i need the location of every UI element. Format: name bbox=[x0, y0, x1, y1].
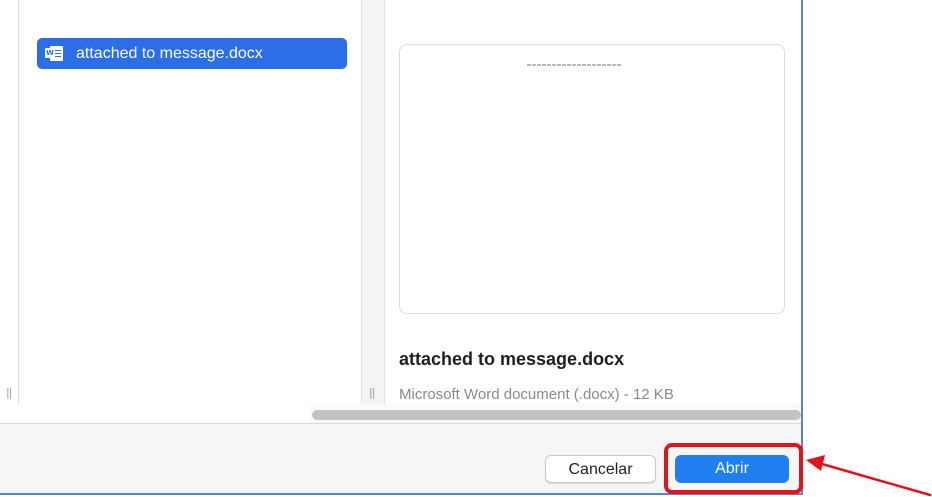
cancel-button[interactable]: Cancelar bbox=[545, 455, 656, 483]
column-resize-handle[interactable]: || bbox=[6, 386, 13, 399]
preview-file-info: Microsoft Word document (.docx) - 12 KB bbox=[399, 386, 674, 403]
column-divider: || bbox=[362, 0, 385, 404]
word-document-icon: W bbox=[45, 45, 64, 62]
document-preview-thumbnail bbox=[399, 44, 785, 314]
annotation-highlight-box bbox=[664, 443, 803, 494]
parent-column: || bbox=[0, 0, 19, 404]
preview-text-line bbox=[527, 64, 622, 66]
open-file-dialog: || W attached to message.docx || attache… bbox=[0, 0, 803, 495]
annotation-arrow-icon bbox=[806, 455, 932, 497]
horizontal-scrollbar[interactable] bbox=[310, 404, 801, 423]
scrollbar-thumb[interactable] bbox=[312, 410, 801, 420]
file-browser: || W attached to message.docx || attache… bbox=[0, 0, 801, 424]
preview-file-name: attached to message.docx bbox=[399, 349, 625, 369]
column-resize-handle[interactable]: || bbox=[369, 386, 376, 399]
preview-pane: attached to message.docx Microsoft Word … bbox=[385, 0, 801, 404]
file-name-label: attached to message.docx bbox=[76, 44, 263, 62]
file-list-item-selected[interactable]: W attached to message.docx bbox=[37, 38, 347, 69]
